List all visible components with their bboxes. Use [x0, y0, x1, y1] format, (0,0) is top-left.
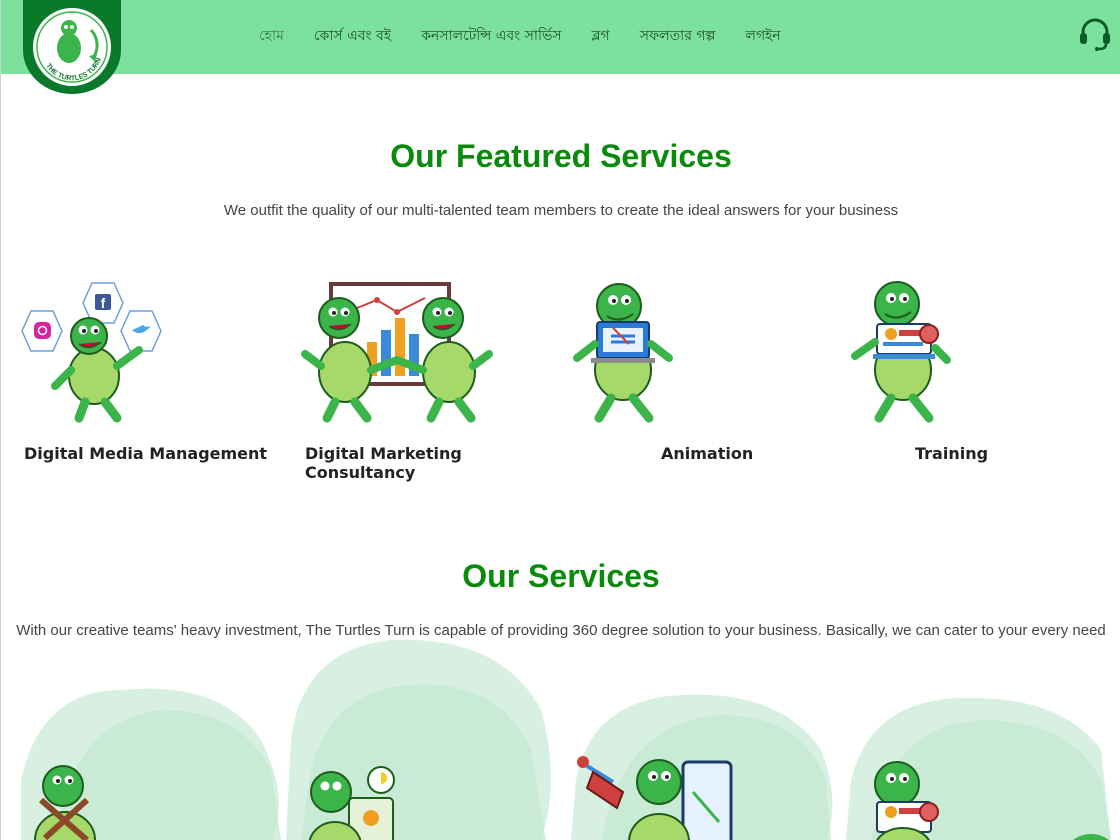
turtle-training-icon	[851, 281, 951, 423]
turtle-megaphone-icon	[577, 756, 733, 840]
nav-item-home[interactable]: হোম	[259, 24, 284, 48]
turtle-training-icon	[874, 761, 939, 840]
featured-item-digital-media[interactable]: f Digital Media Management	[19, 278, 279, 478]
featured-item-animation[interactable]: Animation	[571, 278, 831, 478]
turtle-social-media-icon: f	[21, 282, 162, 423]
nav-item-consultancy-services[interactable]: কনসালটেন্সি এবং সার্ভিস	[421, 24, 562, 48]
featured-item-marketing-consultancy[interactable]: Digital Marketing Consultancy	[297, 278, 557, 482]
turtle-tools-icon	[34, 765, 96, 840]
featured-item-training[interactable]: Training	[847, 278, 1107, 478]
main-nav: হোম কোর্স এবং বই কনসালটেন্সি এবং সার্ভিস…	[259, 24, 781, 48]
svg-text:f: f	[101, 295, 106, 311]
site-header: THE TURTLES TURN হোম কোর্স এবং বই কনসালট…	[1, 0, 1120, 94]
service-card-1[interactable]	[17, 760, 297, 840]
turtle-marketing-chart-icon	[301, 282, 493, 423]
featured-item-label: Training	[915, 444, 989, 463]
turtle-idea-icon	[308, 766, 395, 840]
nav-item-login[interactable]: লগইন	[746, 24, 781, 48]
featured-services-subtitle: We outfit the quality of our multi-talen…	[223, 202, 899, 219]
services-subtitle: With our creative teams' heavy investmen…	[16, 622, 1106, 639]
featured-item-label: Digital Media Management	[24, 444, 268, 463]
turtle-laptop-icon	[573, 283, 673, 423]
featured-item-label: Digital Marketing Consultancy	[305, 444, 462, 482]
service-card-3[interactable]	[573, 752, 853, 840]
featured-item-label: Animation	[661, 444, 754, 463]
services-title: Our Services	[462, 558, 660, 594]
nav-item-courses-books[interactable]: কোর্স এবং বই	[314, 24, 391, 48]
nav-item-success-stories[interactable]: সফলতার গল্প	[640, 24, 716, 48]
headset-icon[interactable]	[1077, 16, 1113, 52]
service-card-4[interactable]	[847, 758, 1120, 840]
featured-services-title: Our Featured Services	[390, 138, 732, 174]
service-card-2[interactable]	[297, 764, 577, 840]
turtles-turn-logo[interactable]: THE TURTLES TURN	[23, 0, 121, 94]
nav-item-blog[interactable]: ব্লগ	[592, 24, 610, 48]
